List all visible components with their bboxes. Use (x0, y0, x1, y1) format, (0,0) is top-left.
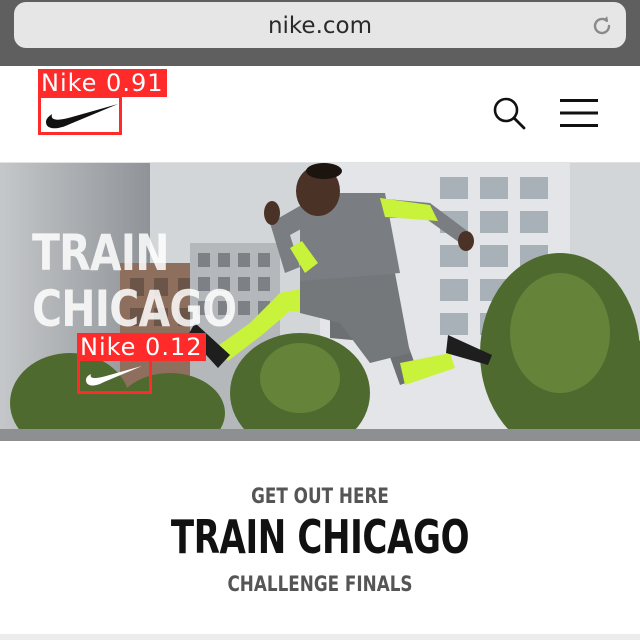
detection-label-1: Nike 0.91 (38, 69, 167, 97)
hero-banner[interactable]: TRAIN CHICAGO (0, 163, 640, 441)
page: nike.com TRAIN CHICAGO Nike 0.91 Nike 0.… (0, 0, 640, 640)
detection-box-1 (38, 95, 122, 135)
promo-subtitle: CHALLENGE FINALS (227, 572, 413, 596)
browser-toolbar: nike.com (0, 0, 640, 66)
detection-box-2 (77, 358, 152, 394)
detection-label-2: Nike 0.12 (77, 333, 206, 361)
reload-icon[interactable] (590, 14, 614, 38)
url-text: nike.com (267, 13, 373, 39)
hero-title: TRAIN CHICAGO (32, 224, 237, 338)
hamburger-menu-icon[interactable] (560, 98, 598, 128)
search-icon[interactable] (492, 96, 526, 130)
hero-title-line1: TRAIN (32, 224, 170, 282)
address-bar[interactable]: nike.com (14, 2, 626, 48)
promo-title[interactable]: TRAIN CHICAGO (83, 510, 557, 564)
bottom-divider (0, 634, 640, 640)
hero-title-line2: CHICAGO (32, 280, 237, 338)
promo-kicker: GET OUT HERE (251, 484, 389, 508)
